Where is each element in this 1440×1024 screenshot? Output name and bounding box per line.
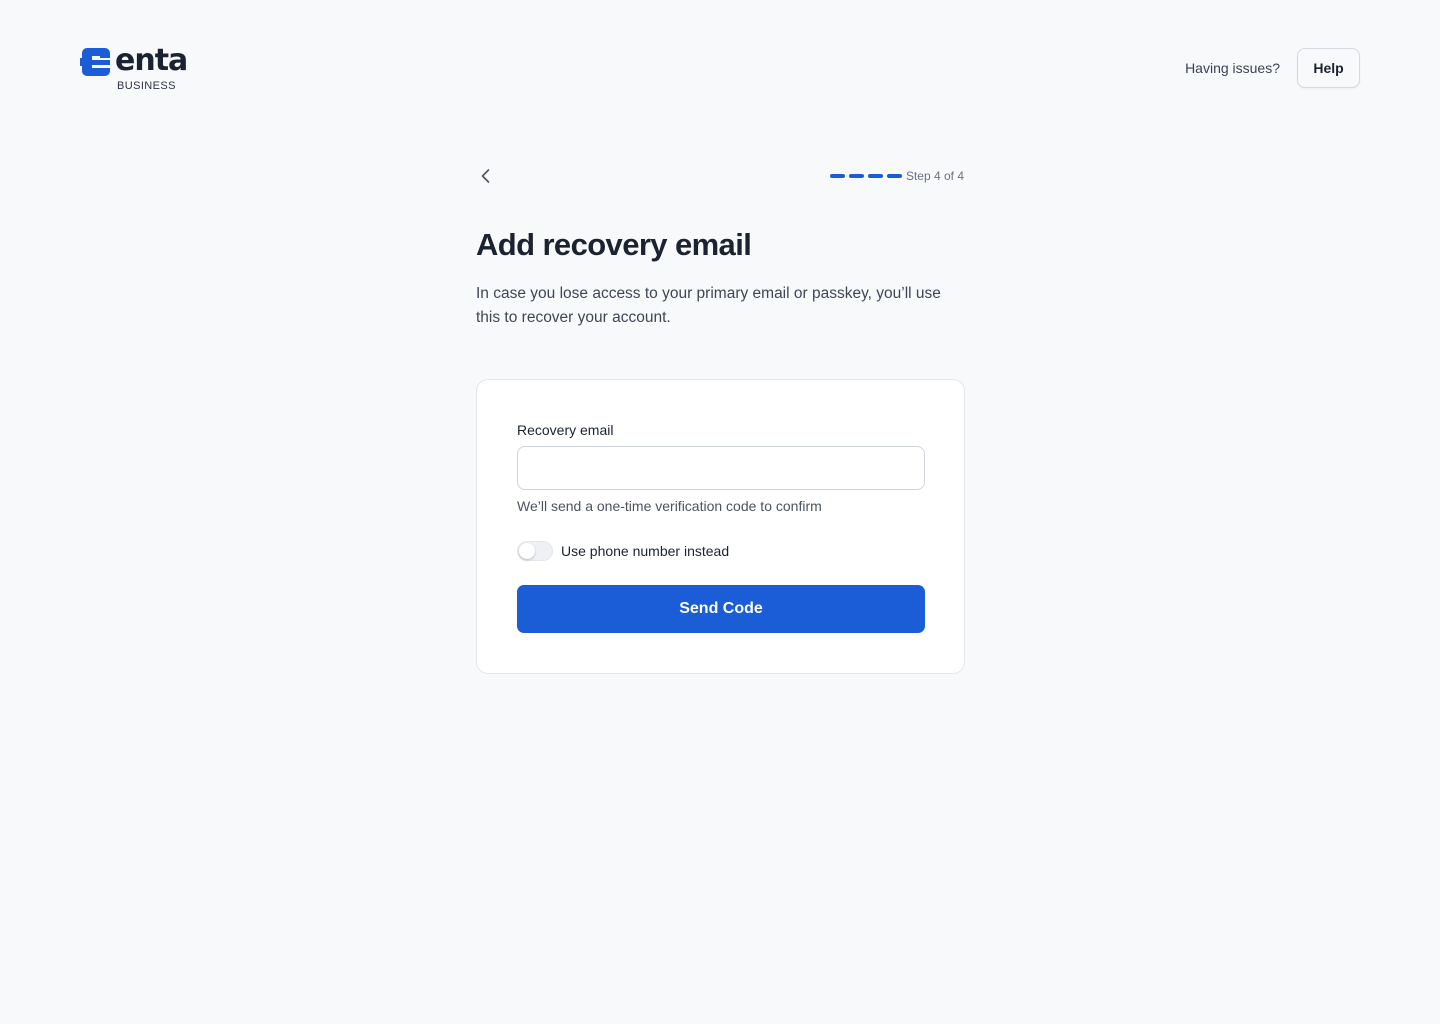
recovery-form-card: Recovery email We’ll send a one-time ver… (476, 379, 965, 674)
header-actions: Having issues? Help (1185, 48, 1360, 88)
progress-segment (886, 174, 902, 178)
page: enta BUSINESS Having issues? Help Step 4… (0, 0, 1440, 1024)
use-phone-toggle[interactable] (517, 541, 553, 561)
toggle-knob (519, 543, 535, 559)
step-indicator-text: Step 4 of 4 (905, 169, 964, 183)
recovery-email-input[interactable] (517, 446, 925, 490)
back-button[interactable] (476, 160, 496, 192)
progress-segment (829, 174, 845, 178)
progress-segment (848, 174, 864, 178)
progress-segment (867, 174, 883, 178)
use-phone-toggle-label[interactable]: Use phone number instead (561, 543, 729, 559)
chevron-left-icon (481, 169, 490, 183)
having-issues-text: Having issues? (1185, 60, 1280, 76)
enta-logo-mark-icon (80, 48, 110, 76)
logo-wordmark: enta (115, 43, 188, 78)
send-code-button[interactable]: Send Code (517, 585, 925, 633)
logo-subtitle: BUSINESS (117, 80, 176, 92)
stepper-row: Step 4 of 4 (476, 160, 964, 192)
page-title: Add recovery email (476, 227, 752, 262)
email-helper-text: We’ll send a one-time verification code … (517, 498, 822, 514)
logo-row: enta (80, 43, 188, 78)
help-button[interactable]: Help (1297, 48, 1360, 88)
page-subtitle: In case you lose access to your primary … (476, 285, 941, 326)
recovery-email-label: Recovery email (517, 422, 614, 438)
step-progress: Step 4 of 4 (829, 169, 964, 183)
main-content: Step 4 of 4 Add recovery email In case y… (476, 160, 965, 674)
phone-toggle-row: Use phone number instead (517, 541, 924, 561)
brand-logo[interactable]: enta BUSINESS (80, 43, 188, 92)
